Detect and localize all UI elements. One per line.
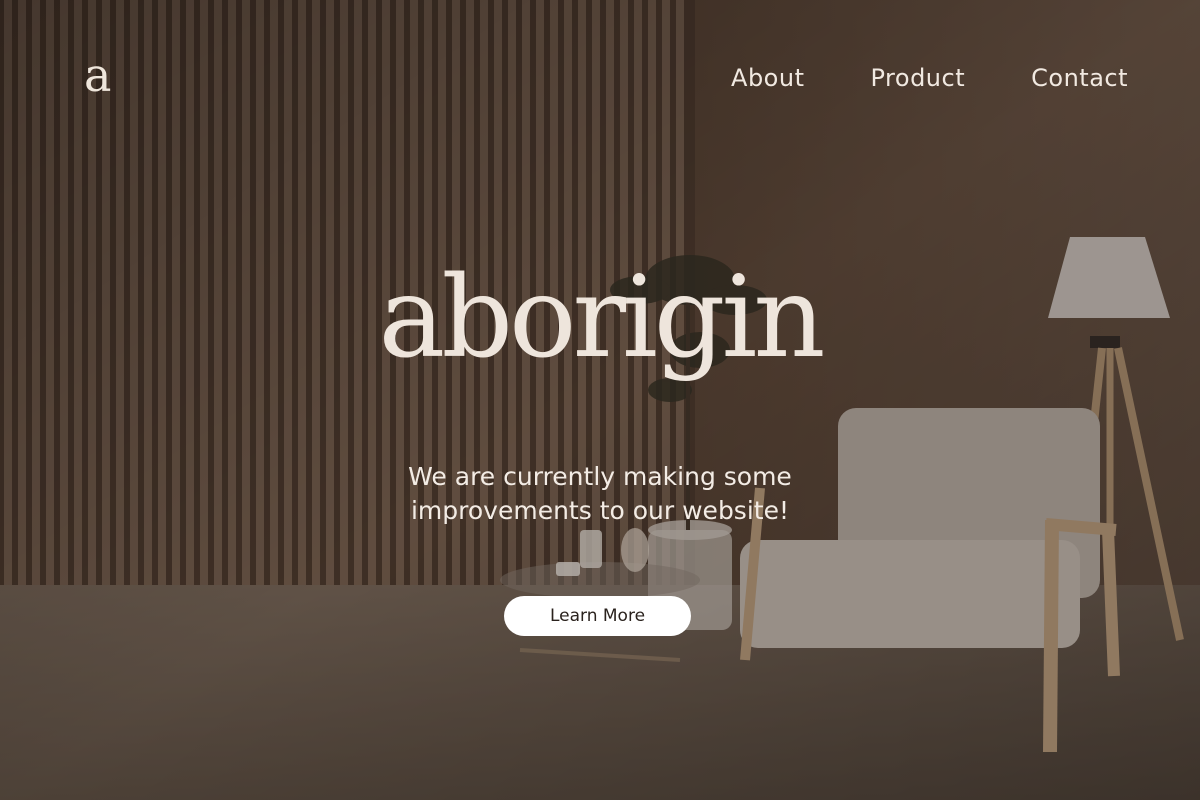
dim-overlay	[0, 0, 1200, 800]
hero-title: aborigin	[378, 253, 826, 383]
nav-about-link[interactable]: About	[731, 64, 804, 92]
main-nav: About Product Contact	[731, 64, 1128, 92]
hero-subtitle: We are currently making some improvement…	[0, 460, 1200, 528]
background-scene	[0, 0, 1200, 800]
hero-subtitle-line-2: improvements to our website!	[410, 496, 789, 525]
nav-contact-link[interactable]: Contact	[1031, 64, 1128, 92]
hero-background	[0, 0, 1200, 800]
hero-subtitle-line-1: We are currently making some	[408, 462, 792, 491]
nav-product-link[interactable]: Product	[871, 64, 966, 92]
brand-logo[interactable]: a	[84, 52, 111, 98]
learn-more-button[interactable]: Learn More	[504, 596, 691, 636]
